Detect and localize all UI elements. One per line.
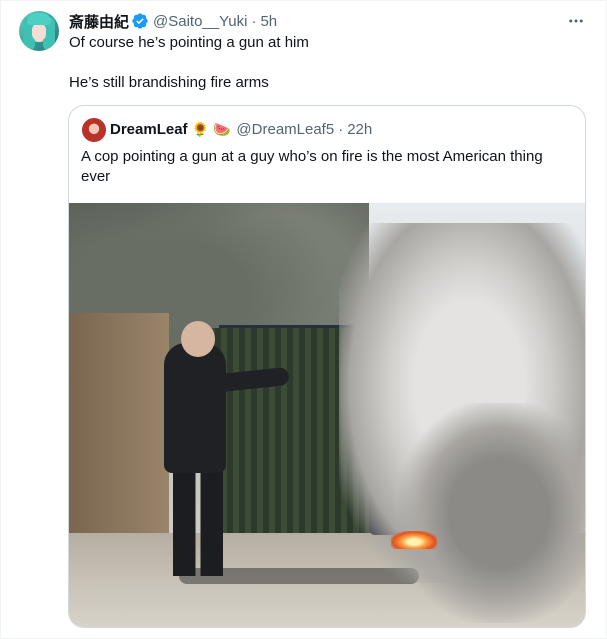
watermelon-emoji: 🍉 (212, 120, 231, 137)
quote-timestamp[interactable]: 22h (347, 121, 372, 138)
quoted-tweet[interactable]: DreamLeaf 🌻 🍉 @DreamLeaf5 · 22h A cop po… (68, 105, 586, 628)
quote-media-image[interactable] (69, 203, 585, 627)
tweet-header: 斎藤由紀 @Saito__Yuki · 5h (69, 11, 277, 31)
tweet-text-line-2: He’s still brandishing fire arms (69, 74, 269, 91)
quote-author-name[interactable]: DreamLeaf (110, 121, 188, 138)
quote-author-avatar[interactable] (82, 118, 106, 142)
separator-dot: · (251, 12, 257, 30)
quote-separator-dot: · (338, 120, 344, 138)
tweet-text-line-1: Of course he’s pointing a gun at him (69, 34, 309, 51)
author-name[interactable]: 斎藤由紀 (69, 11, 129, 32)
verified-badge-icon (132, 13, 148, 29)
tweet-timestamp[interactable]: 5h (260, 13, 277, 30)
quote-text-line-1: A cop pointing a gun at a guy who’s on f… (81, 148, 543, 165)
author-avatar[interactable] (19, 11, 59, 51)
quote-author-handle[interactable]: @DreamLeaf5 (236, 121, 334, 138)
sunflower-emoji: 🌻 (191, 120, 209, 137)
author-handle[interactable]: @Saito__Yuki (153, 13, 247, 30)
quote-text-line-2: ever (81, 168, 111, 185)
more-options-icon[interactable] (566, 11, 586, 31)
quote-text: A cop pointing a gun at a guy who’s on f… (81, 147, 551, 187)
quote-header: DreamLeaf 🌻 🍉 @DreamLeaf5 · 22h (110, 119, 372, 139)
